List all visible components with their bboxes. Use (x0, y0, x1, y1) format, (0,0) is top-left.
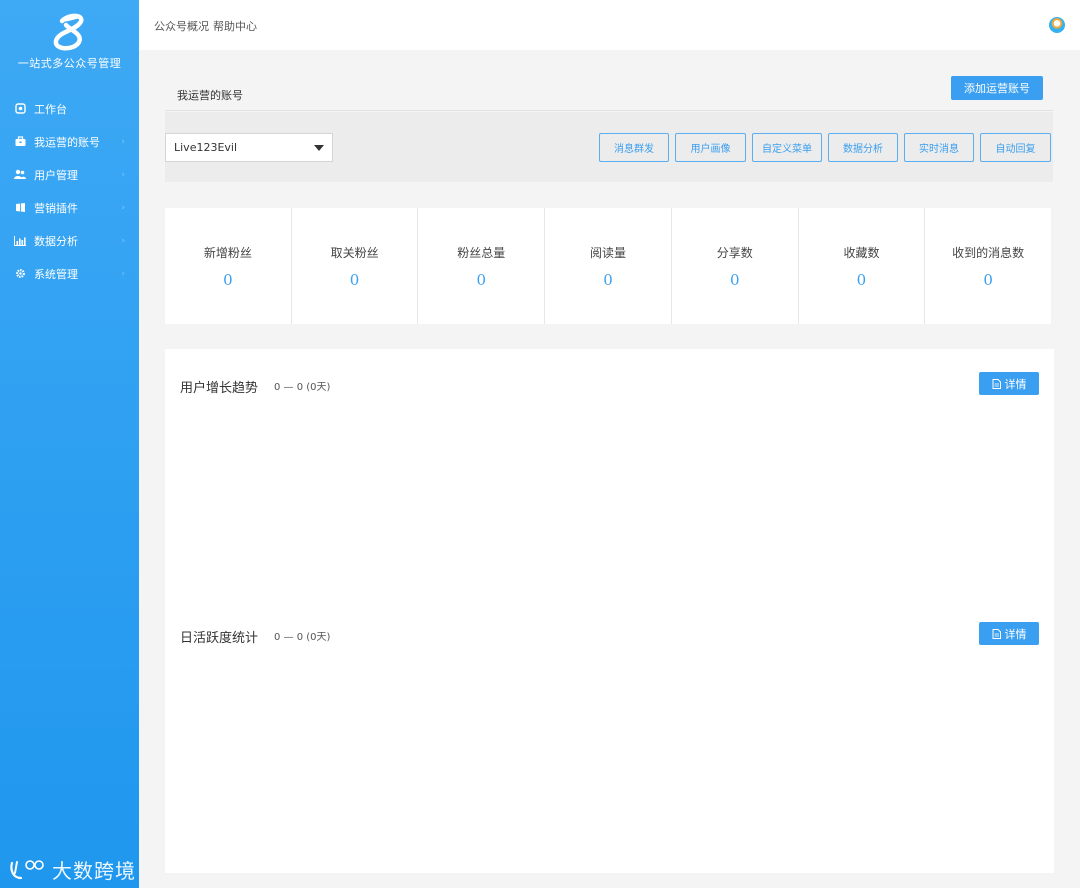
chevron-right-icon: › (121, 202, 125, 213)
chevron-right-icon: › (121, 169, 125, 180)
section-title: 用户增长趋势 (180, 381, 259, 396)
briefcase-icon (14, 136, 26, 148)
stat-value: 0 (603, 271, 613, 289)
stat-value: 0 (476, 271, 487, 289)
stat-value: 0 (349, 271, 360, 289)
details-button[interactable]: 详情 (979, 622, 1039, 645)
details-button-label: 详情 (1004, 627, 1027, 641)
sidebar-item-label: 数据分析 (34, 234, 78, 248)
account-actions: 消息群发 用户画像 自定义菜单 数据分析 实时消息 自动回复 (593, 133, 1051, 162)
stat-reads: 阅读量 0 (545, 208, 672, 324)
stat-label: 分享数 (716, 246, 753, 260)
document-icon (992, 378, 1001, 389)
sidebar-item-data-analysis[interactable]: 数据分析 › (0, 224, 139, 257)
sidebar-item-system[interactable]: 系统管理 › (0, 257, 139, 290)
stat-value: 0 (983, 271, 993, 289)
breadcrumb: 公众号概况 帮助中心 (154, 18, 261, 34)
chevron-right-icon: › (121, 235, 125, 246)
stat-value: 0 (223, 271, 233, 289)
bar-chart-icon (14, 235, 26, 247)
user-growth-section: 用户增长趋势 0 — 0 (0天) 详情 (165, 349, 1054, 599)
custom-menu-button[interactable]: 自定义菜单 (752, 133, 822, 162)
mass-message-button[interactable]: 消息群发 (599, 133, 669, 162)
stat-shares: 分享数 0 (672, 208, 799, 324)
charts-card: 用户增长趋势 0 — 0 (0天) 详情 日活跃度统计 0 — 0 (0天) 详… (165, 349, 1054, 873)
avatar-icon[interactable] (1049, 17, 1065, 33)
stat-label: 粉丝总量 (457, 246, 506, 260)
chevron-right-icon: › (121, 268, 125, 279)
stat-total-followers: 粉丝总量 0 (418, 208, 546, 324)
watermark-text: 大数跨境 (52, 859, 136, 883)
plugin-icon (14, 202, 26, 214)
data-analysis-button[interactable]: 数据分析 (828, 133, 898, 162)
gear-icon (14, 268, 26, 280)
sidebar-item-marketing-plugins[interactable]: 营销插件 › (0, 191, 139, 224)
sidebar-item-label: 营销插件 (34, 201, 78, 215)
account-panel-header: 我运营的账号 添加运营账号 (165, 75, 1053, 111)
stat-value: 0 (856, 271, 867, 289)
stat-label: 取关粉丝 (330, 246, 379, 260)
logo-text: 一站式多公众号管理 (17, 57, 122, 70)
sidebar-nav: 工作台 我运营的账号 › 用户管理 › 营销插件 › 数据分析 › 系统管理 › (0, 92, 139, 290)
sidebar-item-my-accounts[interactable]: 我运营的账号 › (0, 125, 139, 158)
sidebar-item-label: 工作台 (34, 102, 67, 116)
sidebar-item-label: 我运营的账号 (34, 135, 100, 149)
user-profile-button[interactable]: 用户画像 (675, 133, 746, 162)
section-title: 日活跃度统计 (180, 631, 259, 646)
logo-icon (53, 13, 84, 51)
details-button-label: 详情 (1004, 377, 1027, 391)
add-account-button[interactable]: 添加运营账号 (951, 76, 1043, 100)
stat-favorites: 收藏数 0 (799, 208, 926, 324)
sidebar: 一站式多公众号管理 工作台 我运营的账号 › 用户管理 › 营销插件 › 数据分… (0, 0, 139, 888)
panel-title: 我运营的账号 (177, 89, 243, 102)
details-button[interactable]: 详情 (979, 372, 1039, 395)
sidebar-item-users[interactable]: 用户管理 › (0, 158, 139, 191)
account-select-value: Live123Evil (174, 141, 238, 154)
stat-unfollows: 取关粉丝 0 (292, 208, 419, 324)
stat-label: 收藏数 (843, 246, 880, 260)
stat-label: 新增粉丝 (203, 246, 252, 260)
sidebar-item-dashboard[interactable]: 工作台 (0, 92, 139, 125)
stat-value: 0 (729, 271, 740, 289)
account-select[interactable]: Live123Evil (165, 133, 333, 162)
stat-label: 阅读量 (590, 246, 627, 260)
section-range: 0 — 0 (0天) (274, 382, 331, 393)
users-icon (14, 169, 26, 181)
account-panel-body: Live123Evil 消息群发 用户画像 自定义菜单 数据分析 实时消息 自动… (165, 112, 1053, 182)
stat-messages-received: 收到的消息数 0 (925, 208, 1051, 324)
sidebar-item-label: 用户管理 (34, 168, 78, 182)
caret-down-icon (314, 145, 324, 151)
breadcrumb-overview-link[interactable]: 公众号概况 (154, 20, 209, 33)
sidebar-item-label: 系统管理 (34, 267, 78, 281)
stats-row: 新增粉丝 0 取关粉丝 0 粉丝总量 0 阅读量 0 分享数 0 收藏数 0 收… (165, 208, 1051, 324)
logo: 一站式多公众号管理 (0, 12, 139, 71)
realtime-message-button[interactable]: 实时消息 (904, 133, 974, 162)
breadcrumb-help-link[interactable]: 帮助中心 (213, 20, 257, 33)
watermark: 大数跨境 (8, 855, 136, 884)
stat-label: 收到的消息数 (952, 246, 1025, 260)
section-range: 0 — 0 (0天) (274, 632, 331, 643)
auto-reply-button[interactable]: 自动回复 (980, 133, 1051, 162)
topbar: 公众号概况 帮助中心 (139, 0, 1080, 50)
document-icon (992, 628, 1001, 639)
stat-new-followers: 新增粉丝 0 (165, 208, 292, 324)
daily-activity-section: 日活跃度统计 0 — 0 (0天) 详情 (165, 599, 1054, 849)
chevron-right-icon: › (121, 136, 125, 147)
watermark-logo-icon (10, 859, 44, 879)
dashboard-icon (14, 103, 26, 115)
